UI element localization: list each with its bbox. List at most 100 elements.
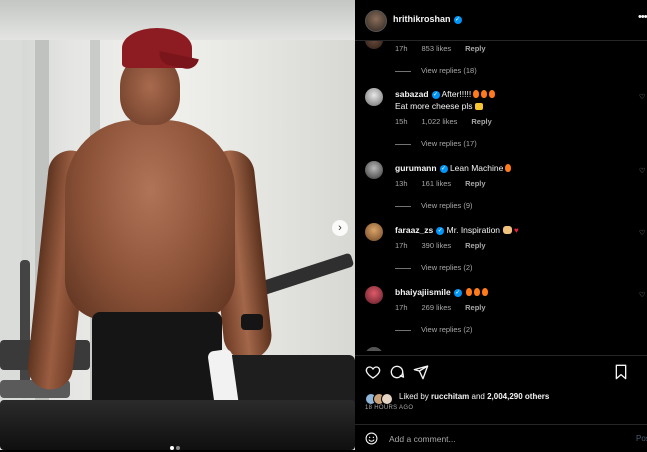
comment-time[interactable]: 17h xyxy=(395,303,408,312)
comment-time[interactable]: 17h xyxy=(395,44,408,53)
view-replies-text[interactable]: View replies (9) xyxy=(421,201,473,210)
carousel-next-button[interactable]: › xyxy=(332,220,348,236)
view-replies-text[interactable]: View replies (18) xyxy=(421,66,477,75)
liked-by-user-link[interactable]: rucchitam xyxy=(431,392,469,401)
divider-line xyxy=(395,329,411,331)
view-replies-text[interactable]: View replies (2) xyxy=(421,263,473,272)
fire-icon xyxy=(474,288,481,296)
view-replies-text[interactable]: View replies (2) xyxy=(421,325,473,334)
raised-hands-icon xyxy=(503,226,513,234)
verified-icon: ✓ xyxy=(431,90,440,99)
like-comment-icon[interactable]: ♡ xyxy=(639,167,647,175)
add-comment-bar: Post xyxy=(355,424,647,452)
verified-icon: ✓ xyxy=(453,288,462,297)
divider-line xyxy=(395,70,411,72)
comment-avatar[interactable] xyxy=(365,347,383,351)
verified-icon: ✓ xyxy=(436,226,445,235)
comment-text: sabazad ✓ After!!!!! xyxy=(395,89,496,99)
post-comment-button[interactable]: Post xyxy=(636,434,647,443)
comment-avatar[interactable] xyxy=(365,41,383,49)
author-name-text[interactable]: hrithikroshan xyxy=(393,14,451,24)
comment-text-line2: Eat more cheese pls xyxy=(395,101,484,111)
view-replies-text[interactable]: View replies (17) xyxy=(421,139,477,148)
comment-time[interactable]: 17h xyxy=(395,241,408,250)
verified-icon: ✓ xyxy=(453,15,462,24)
fire-icon xyxy=(473,90,480,98)
comment-body: Eat more cheese pls xyxy=(395,101,473,111)
verified-icon: ✓ xyxy=(439,164,448,173)
comment-meta: 13h 161 likes Reply xyxy=(395,179,500,188)
comment-likes[interactable]: 1,022 likes xyxy=(422,117,458,126)
reply-button[interactable]: Reply xyxy=(465,179,485,188)
reply-button[interactable]: Reply xyxy=(465,303,485,312)
post-header: hrithikroshan ✓ ••• xyxy=(355,0,647,41)
comment-meta: 17h 269 likes Reply xyxy=(395,303,500,312)
comment-avatar[interactable] xyxy=(365,223,383,241)
author-username[interactable]: hrithikroshan ✓ xyxy=(393,14,462,24)
like-heart-icon[interactable] xyxy=(365,364,381,380)
divider-line xyxy=(395,205,411,207)
comment-likes[interactable]: 390 likes xyxy=(422,241,452,250)
emoji-smiley-icon[interactable] xyxy=(365,432,378,445)
carousel-dot xyxy=(176,446,180,450)
wrist-watch xyxy=(241,314,263,330)
divider-line xyxy=(395,267,411,269)
comment-likes[interactable]: 161 likes xyxy=(422,179,452,188)
comment-meta: 15h 1,022 likes Reply xyxy=(395,117,506,126)
comment-bubble-icon[interactable] xyxy=(389,364,405,380)
comment-avatar[interactable] xyxy=(365,161,383,179)
view-replies-button[interactable]: View replies (17) xyxy=(395,139,477,148)
fire-icon xyxy=(481,90,488,98)
post-timestamp[interactable]: 18 HOURS AGO xyxy=(365,405,413,411)
add-comment-input[interactable] xyxy=(389,433,589,445)
carousel-dots xyxy=(169,437,181,450)
post-photo[interactable]: › xyxy=(0,0,355,450)
comment-likes[interactable]: 269 likes xyxy=(422,303,452,312)
likes-count-link[interactable]: 2,004,290 others xyxy=(487,392,549,401)
share-send-icon[interactable] xyxy=(413,364,429,380)
view-replies-button[interactable]: View replies (9) xyxy=(395,201,473,210)
liker-avatar xyxy=(381,392,393,405)
fire-icon xyxy=(466,288,473,296)
comment-time[interactable]: 13h xyxy=(395,179,408,188)
comment-body: Mr. Inspiration xyxy=(446,225,501,235)
liked-by-prefix: Liked by xyxy=(399,392,429,401)
comment-time[interactable]: 15h xyxy=(395,117,408,126)
like-comment-icon[interactable]: ♡ xyxy=(639,229,647,237)
comment-username[interactable]: sabazad xyxy=(395,89,429,99)
more-options-icon[interactable]: ••• xyxy=(638,11,647,23)
reply-button[interactable]: Reply xyxy=(471,117,491,126)
liked-by-and: and xyxy=(471,392,485,401)
comment-username[interactable]: bhaiyajiismile xyxy=(395,287,451,297)
reply-button[interactable]: Reply xyxy=(465,44,485,53)
reply-button[interactable]: Reply xyxy=(465,241,485,250)
carousel-dot xyxy=(170,446,174,450)
fire-icon xyxy=(505,164,512,172)
like-comment-icon[interactable]: ♡ xyxy=(639,291,647,299)
comments-list[interactable]: 17h 853 likes Reply View replies (18) saba… xyxy=(355,41,647,351)
comment-text: faraaz_zs ✓ Mr. Inspiration ♥ xyxy=(395,225,519,235)
bookmark-icon[interactable] xyxy=(613,364,629,380)
comment-avatar[interactable] xyxy=(365,88,383,106)
view-replies-button[interactable]: View replies (18) xyxy=(395,66,477,75)
fire-icon xyxy=(482,288,489,296)
comment-meta: 17h 853 likes Reply xyxy=(395,44,500,53)
comment-text: gurumann ✓ Lean Machine xyxy=(395,163,512,173)
divider-line xyxy=(395,143,411,145)
comment-username[interactable]: gurumann xyxy=(395,163,437,173)
comment-body: After!!!!! xyxy=(441,89,472,99)
like-comment-icon[interactable]: ♡ xyxy=(639,93,647,101)
view-replies-button[interactable]: View replies (2) xyxy=(395,325,473,334)
comment-username[interactable]: faraaz_zs xyxy=(395,225,433,235)
person-torso xyxy=(65,120,235,320)
view-replies-button[interactable]: View replies (2) xyxy=(395,263,473,272)
post-side-panel: hrithikroshan ✓ ••• 17h 853 likes Reply Vie… xyxy=(355,0,647,450)
comment-avatar[interactable] xyxy=(365,286,383,304)
fire-icon xyxy=(489,90,496,98)
comment-text: bhaiyajiismile ✓ xyxy=(395,287,489,297)
author-avatar[interactable] xyxy=(365,10,387,32)
cheese-icon xyxy=(475,103,484,110)
comment-likes[interactable]: 853 likes xyxy=(422,44,452,53)
liked-by-text: Liked by rucchitam and 2,004,290 others xyxy=(399,392,549,401)
heart-emoji-icon: ♥ xyxy=(514,226,519,235)
